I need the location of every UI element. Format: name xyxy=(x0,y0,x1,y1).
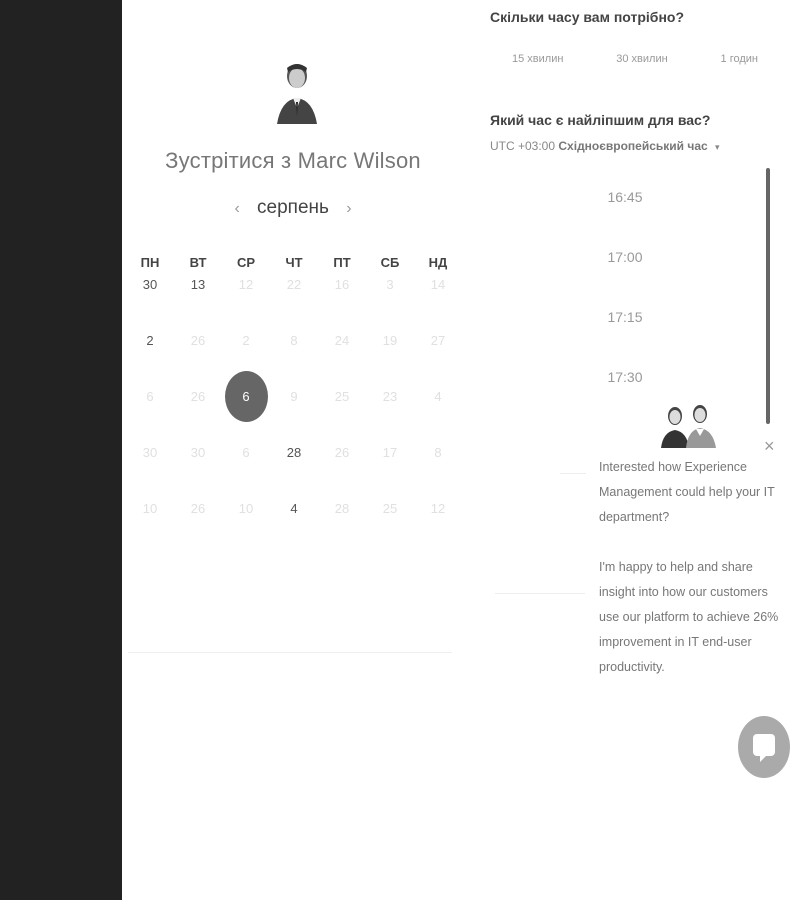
time-slot[interactable]: 17:00 xyxy=(560,245,690,305)
weekday-label: ЧТ xyxy=(285,255,303,270)
calendar-day: 6 xyxy=(146,389,154,404)
calendar-weeks: 30 13 12 22 16 3 14 2 26 2 8 24 19 27 6 26 6 9 25 23 4 30 30 6 2… xyxy=(126,275,462,555)
host-avatar xyxy=(277,64,317,124)
chevron-down-icon: ▾ xyxy=(715,142,720,152)
divider xyxy=(560,473,586,474)
calendar-day: 10 xyxy=(238,501,254,516)
calendar-day: 9 xyxy=(290,389,298,404)
chat-message-line: Interested how Experience Management cou… xyxy=(599,460,775,524)
calendar-week: 2 26 2 8 24 19 27 xyxy=(126,331,462,387)
chat-message-line: I'm happy to help and share insight into… xyxy=(599,560,779,674)
time-slot[interactable]: 17:15 xyxy=(560,305,690,365)
calendar-day: 12 xyxy=(430,501,446,516)
calendar-day: 8 xyxy=(434,445,442,460)
calendar-day: 26 xyxy=(190,389,206,404)
duration-option[interactable]: 1 годин xyxy=(699,53,780,65)
chat-launcher-button[interactable] xyxy=(738,716,790,778)
calendar-grid: ПН ВТ СР ЧТ ПТ СБ НД 30 13 12 22 16 3 14 2 26 2 8 2… xyxy=(126,255,462,555)
chat-message: Interested how Experience Management cou… xyxy=(599,455,789,705)
duration-options: 15 хвилин 30 хвилин 1 годин xyxy=(490,53,780,65)
month-label: серпень xyxy=(257,197,329,218)
duration-question: Скільки часу вам потрібно? xyxy=(490,9,685,25)
weekday-label: ПТ xyxy=(333,255,351,270)
calendar-day: 16 xyxy=(334,277,350,292)
weekday-label: ПН xyxy=(140,255,160,270)
calendar-day: 28 xyxy=(334,501,350,516)
calendar-day: 24 xyxy=(334,333,350,348)
meeting-title: Зустрітися з Marc Wilson xyxy=(165,148,421,173)
chat-agents-avatar xyxy=(661,405,716,448)
calendar-day[interactable]: 28 xyxy=(270,443,318,499)
duration-option[interactable]: 30 хвилин xyxy=(594,53,689,65)
duration-option[interactable]: 15 хвилин xyxy=(490,53,585,65)
calendar-week: 30 30 6 28 26 17 8 xyxy=(126,443,462,499)
calendar-week: 6 26 6 9 25 23 4 xyxy=(126,371,462,443)
calendar-day[interactable]: 4 xyxy=(270,499,318,555)
weekday-label: СР xyxy=(236,255,256,270)
calendar-day: 19 xyxy=(382,333,398,348)
close-icon[interactable]: × xyxy=(764,436,775,457)
month-navigator: ‹ серпень › xyxy=(130,197,456,219)
calendar-day: 8 xyxy=(290,333,298,348)
next-month-icon[interactable]: › xyxy=(346,200,351,217)
timezone-selector[interactable]: UTC +03:00 Східноєвропейський час ▾ xyxy=(490,139,720,153)
calendar-day: 26 xyxy=(190,333,206,348)
weekday-label: ВТ xyxy=(189,255,207,270)
time-slot[interactable]: 16:45 xyxy=(560,185,690,245)
dark-sidebar xyxy=(0,0,122,900)
calendar-week: 30 13 12 22 16 3 14 xyxy=(126,275,462,331)
calendar-day: 25 xyxy=(334,389,350,404)
calendar-week: 10 26 10 4 28 25 12 xyxy=(126,499,462,555)
calendar-day: 3 xyxy=(386,277,394,292)
slot-scrollbar[interactable] xyxy=(766,168,770,424)
divider xyxy=(495,593,585,594)
calendar-day[interactable]: 13 xyxy=(174,275,222,331)
calendar-day-selected[interactable]: 6 xyxy=(222,371,270,443)
calendar-day: 22 xyxy=(286,277,302,292)
calendar-day: 6 xyxy=(242,445,250,460)
calendar-day: 27 xyxy=(430,333,446,348)
weekday-label: СБ xyxy=(380,255,400,270)
divider xyxy=(128,652,452,653)
weekday-label: НД xyxy=(428,255,448,270)
selected-day-marker: 6 xyxy=(224,371,268,422)
calendar-day: 17 xyxy=(382,445,398,460)
calendar-day: 10 xyxy=(142,501,158,516)
chat-bubble-icon xyxy=(753,734,775,762)
timezone-offset: UTC +03:00 xyxy=(490,139,556,153)
calendar-day: 30 xyxy=(142,445,158,460)
time-question: Який час є найліпшим для вас? xyxy=(490,112,711,128)
calendar-day[interactable]: 30 xyxy=(126,275,174,331)
calendar-day: 12 xyxy=(238,277,254,292)
calendar-day: 26 xyxy=(334,445,350,460)
calendar-day[interactable]: 2 xyxy=(126,331,174,387)
timezone-name: Східноєвропейський час xyxy=(558,139,708,153)
calendar-day: 25 xyxy=(382,501,398,516)
calendar-day: 30 xyxy=(190,445,206,460)
prev-month-icon[interactable]: ‹ xyxy=(234,200,239,217)
calendar-day: 4 xyxy=(434,389,442,404)
weekday-header: ПН ВТ СР ЧТ ПТ СБ НД xyxy=(126,255,462,275)
calendar-day: 26 xyxy=(190,501,206,516)
time-slot-list: 16:45 17:00 17:15 17:30 xyxy=(560,185,690,425)
calendar-day: 14 xyxy=(430,277,446,292)
calendar-day: 23 xyxy=(382,389,398,404)
